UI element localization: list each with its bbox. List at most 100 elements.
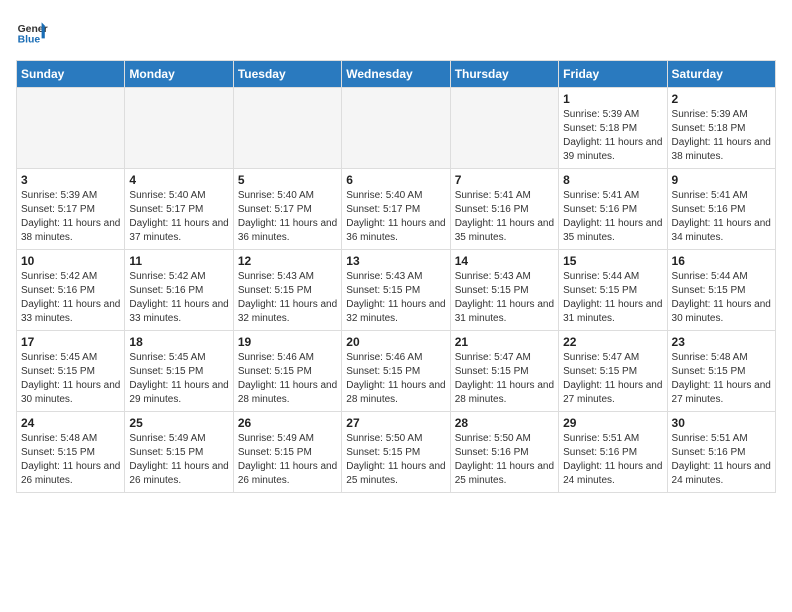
calendar-cell: 2 Sunrise: 5:39 AMSunset: 5:18 PMDaylight…	[667, 88, 775, 169]
day-number: 28	[455, 416, 554, 430]
calendar-col-header: Saturday	[667, 61, 775, 88]
calendar-cell	[450, 88, 558, 169]
calendar-cell: 7Sunrise: 5:41 AMSunset: 5:16 PMDaylight…	[450, 169, 558, 250]
day-number: 10	[21, 254, 120, 268]
day-info: Sunrise: 5:50 AMSunset: 5:16 PMDaylight:…	[455, 432, 554, 488]
calendar-cell: 21 Sunrise: 5:47 AMSunset: 5:15 PMDayligh…	[450, 331, 558, 412]
day-info: Sunrise: 5:49 AMSunset: 5:15 PMDaylight:…	[129, 432, 228, 488]
day-info: Sunrise: 5:51 AMSunset: 5:16 PMDaylight:…	[672, 432, 771, 488]
day-number: 16	[672, 254, 771, 268]
calendar-cell: 4 Sunrise: 5:40 AMSunset: 5:17 PMDaylight…	[125, 169, 233, 250]
calendar-cell: 9 Sunrise: 5:41 AMSunset: 5:16 PMDaylight…	[667, 169, 775, 250]
day-number: 18	[129, 335, 228, 349]
day-number: 21	[455, 335, 554, 349]
calendar-col-header: Tuesday	[233, 61, 341, 88]
day-number: 29	[563, 416, 662, 430]
day-number: 1	[563, 92, 662, 106]
logo: General Blue	[16, 16, 48, 48]
calendar-cell: 23 Sunrise: 5:48 AMSunset: 5:15 PMDayligh…	[667, 331, 775, 412]
calendar-cell: 14Sunrise: 5:43 AMSunset: 5:15 PMDayligh…	[450, 250, 558, 331]
day-number: 27	[346, 416, 445, 430]
day-info: Sunrise: 5:41 AMSunset: 5:16 PMDaylight:…	[563, 189, 662, 245]
day-number: 26	[238, 416, 337, 430]
day-number: 9	[672, 173, 771, 187]
calendar-cell: 25Sunrise: 5:49 AMSunset: 5:15 PMDayligh…	[125, 412, 233, 493]
calendar-cell: 13Sunrise: 5:43 AMSunset: 5:15 PMDayligh…	[342, 250, 450, 331]
calendar-col-header: Wednesday	[342, 61, 450, 88]
page-header: General Blue	[16, 16, 776, 48]
day-number: 4	[129, 173, 228, 187]
calendar-col-header: Sunday	[17, 61, 125, 88]
day-number: 23	[672, 335, 771, 349]
day-info: Sunrise: 5:42 AMSunset: 5:16 PMDaylight:…	[21, 270, 120, 326]
day-info: Sunrise: 5:39 AMSunset: 5:18 PMDaylight:…	[672, 108, 771, 164]
calendar-cell: 28 Sunrise: 5:50 AMSunset: 5:16 PMDayligh…	[450, 412, 558, 493]
calendar-cell: 26Sunrise: 5:49 AMSunset: 5:15 PMDayligh…	[233, 412, 341, 493]
calendar-week-row: 17 Sunrise: 5:45 AMSunset: 5:15 PMDayligh…	[17, 331, 776, 412]
calendar-cell: 18 Sunrise: 5:45 AMSunset: 5:15 PMDayligh…	[125, 331, 233, 412]
calendar-header-row: SundayMondayTuesdayWednesdayThursdayFrid…	[17, 61, 776, 88]
calendar-cell: 11Sunrise: 5:42 AMSunset: 5:16 PMDayligh…	[125, 250, 233, 331]
day-info: Sunrise: 5:40 AMSunset: 5:17 PMDaylight:…	[346, 189, 445, 245]
svg-text:Blue: Blue	[18, 34, 41, 45]
day-info: Sunrise: 5:40 AMSunset: 5:17 PMDaylight:…	[238, 189, 337, 245]
day-info: Sunrise: 5:45 AMSunset: 5:15 PMDaylight:…	[129, 351, 228, 407]
day-number: 2	[672, 92, 771, 106]
day-info: Sunrise: 5:47 AMSunset: 5:15 PMDaylight:…	[563, 351, 662, 407]
calendar-cell: 22 Sunrise: 5:47 AMSunset: 5:15 PMDayligh…	[559, 331, 667, 412]
day-number: 20	[346, 335, 445, 349]
day-info: Sunrise: 5:48 AMSunset: 5:15 PMDaylight:…	[672, 351, 771, 407]
calendar-cell: 24Sunrise: 5:48 AMSunset: 5:15 PMDayligh…	[17, 412, 125, 493]
day-info: Sunrise: 5:50 AMSunset: 5:15 PMDaylight:…	[346, 432, 445, 488]
calendar-table: SundayMondayTuesdayWednesdayThursdayFrid…	[16, 60, 776, 493]
calendar-col-header: Monday	[125, 61, 233, 88]
day-number: 22	[563, 335, 662, 349]
day-info: Sunrise: 5:39 AMSunset: 5:18 PMDaylight:…	[563, 108, 662, 164]
calendar-cell: 30Sunrise: 5:51 AMSunset: 5:16 PMDayligh…	[667, 412, 775, 493]
calendar-cell: 20 Sunrise: 5:46 AMSunset: 5:15 PMDayligh…	[342, 331, 450, 412]
day-number: 5	[238, 173, 337, 187]
calendar-cell: 10 Sunrise: 5:42 AMSunset: 5:16 PMDayligh…	[17, 250, 125, 331]
day-info: Sunrise: 5:46 AMSunset: 5:15 PMDaylight:…	[346, 351, 445, 407]
day-number: 13	[346, 254, 445, 268]
day-info: Sunrise: 5:44 AMSunset: 5:15 PMDaylight:…	[563, 270, 662, 326]
day-number: 12	[238, 254, 337, 268]
day-info: Sunrise: 5:51 AMSunset: 5:16 PMDaylight:…	[563, 432, 662, 488]
calendar-cell: 15Sunrise: 5:44 AMSunset: 5:15 PMDayligh…	[559, 250, 667, 331]
day-number: 14	[455, 254, 554, 268]
calendar-cell	[233, 88, 341, 169]
day-info: Sunrise: 5:40 AMSunset: 5:17 PMDaylight:…	[129, 189, 228, 245]
calendar-cell: 6 Sunrise: 5:40 AMSunset: 5:17 PMDaylight…	[342, 169, 450, 250]
calendar-cell: 29 Sunrise: 5:51 AMSunset: 5:16 PMDayligh…	[559, 412, 667, 493]
day-info: Sunrise: 5:46 AMSunset: 5:15 PMDaylight:…	[238, 351, 337, 407]
day-info: Sunrise: 5:41 AMSunset: 5:16 PMDaylight:…	[672, 189, 771, 245]
day-number: 6	[346, 173, 445, 187]
day-number: 3	[21, 173, 120, 187]
calendar-week-row: 10 Sunrise: 5:42 AMSunset: 5:16 PMDayligh…	[17, 250, 776, 331]
calendar-cell: 17 Sunrise: 5:45 AMSunset: 5:15 PMDayligh…	[17, 331, 125, 412]
day-number: 11	[129, 254, 228, 268]
calendar-col-header: Thursday	[450, 61, 558, 88]
calendar-cell: 12 Sunrise: 5:43 AMSunset: 5:15 PMDayligh…	[233, 250, 341, 331]
calendar-cell	[342, 88, 450, 169]
day-info: Sunrise: 5:45 AMSunset: 5:15 PMDaylight:…	[21, 351, 120, 407]
calendar-cell: 5 Sunrise: 5:40 AMSunset: 5:17 PMDaylight…	[233, 169, 341, 250]
day-info: Sunrise: 5:44 AMSunset: 5:15 PMDaylight:…	[672, 270, 771, 326]
calendar-cell: 16 Sunrise: 5:44 AMSunset: 5:15 PMDayligh…	[667, 250, 775, 331]
day-number: 24	[21, 416, 120, 430]
calendar-week-row: 3 Sunrise: 5:39 AMSunset: 5:17 PMDaylight…	[17, 169, 776, 250]
calendar-cell: 27 Sunrise: 5:50 AMSunset: 5:15 PMDayligh…	[342, 412, 450, 493]
calendar-week-row: 1 Sunrise: 5:39 AMSunset: 5:18 PMDaylight…	[17, 88, 776, 169]
day-info: Sunrise: 5:43 AMSunset: 5:15 PMDaylight:…	[238, 270, 337, 326]
calendar-cell: 3 Sunrise: 5:39 AMSunset: 5:17 PMDaylight…	[17, 169, 125, 250]
day-info: Sunrise: 5:41 AMSunset: 5:16 PMDaylight:…	[455, 189, 554, 245]
day-info: Sunrise: 5:39 AMSunset: 5:17 PMDaylight:…	[21, 189, 120, 245]
day-number: 8	[563, 173, 662, 187]
calendar-cell	[17, 88, 125, 169]
calendar-week-row: 24Sunrise: 5:48 AMSunset: 5:15 PMDayligh…	[17, 412, 776, 493]
day-number: 19	[238, 335, 337, 349]
calendar-cell	[125, 88, 233, 169]
day-number: 17	[21, 335, 120, 349]
calendar-col-header: Friday	[559, 61, 667, 88]
day-info: Sunrise: 5:47 AMSunset: 5:15 PMDaylight:…	[455, 351, 554, 407]
